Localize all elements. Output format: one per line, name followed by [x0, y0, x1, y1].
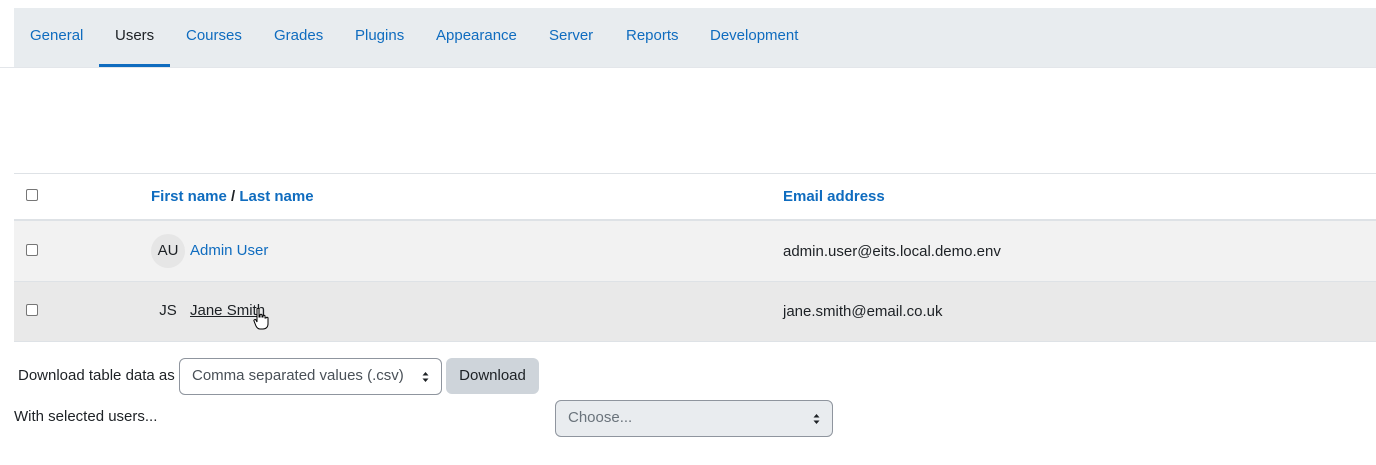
table-row: JS Jane Smith jane.smith@email.co.uk [14, 282, 1376, 342]
tab-reports[interactable]: Reports [610, 8, 695, 67]
row-checkbox[interactable] [26, 244, 38, 256]
sort-last-name-link[interactable]: Last name [239, 188, 313, 205]
tab-courses[interactable]: Courses [170, 8, 258, 67]
header-name: First name / Last name [151, 188, 314, 205]
row-checkbox[interactable] [26, 304, 38, 316]
bulk-action-placeholder: Choose... [568, 409, 633, 426]
download-label: Download table data as [18, 367, 175, 384]
select-all-checkbox[interactable] [26, 189, 38, 201]
bulk-action-select[interactable]: Choose... [555, 400, 833, 437]
with-selected-label: With selected users... [14, 408, 158, 425]
download-format-value: Comma separated values (.csv) [192, 367, 404, 384]
table-header-row: First name / Last name Email address [14, 174, 1376, 221]
hand-pointer-icon [253, 308, 269, 330]
tab-appearance[interactable]: Appearance [420, 8, 533, 67]
header-name-separator: / [231, 188, 236, 205]
user-email: jane.smith@email.co.uk [783, 303, 943, 320]
tab-grades[interactable]: Grades [258, 8, 339, 67]
tab-plugins[interactable]: Plugins [339, 8, 420, 67]
admin-tab-bar: General Users Courses Grades Plugins App… [14, 8, 1376, 68]
tab-bar-divider [0, 67, 1376, 68]
sort-email-link[interactable]: Email address [783, 188, 885, 205]
tab-server[interactable]: Server [533, 8, 609, 67]
table-row: AU Admin User admin.user@eits.local.demo… [14, 221, 1376, 282]
select-caret-icon [813, 414, 820, 424]
avatar: AU [151, 234, 185, 268]
select-caret-icon [422, 372, 429, 382]
user-email: admin.user@eits.local.demo.env [783, 243, 1001, 260]
download-button[interactable]: Download [446, 358, 539, 394]
avatar: JS [159, 302, 177, 319]
tab-development[interactable]: Development [694, 8, 814, 67]
tab-users[interactable]: Users [99, 8, 171, 67]
user-name-link[interactable]: Admin User [190, 242, 268, 259]
top-strip [0, 0, 1376, 8]
download-format-select[interactable]: Comma separated values (.csv) [179, 358, 442, 395]
tab-general[interactable]: General [14, 8, 99, 67]
sort-first-name-link[interactable]: First name [151, 188, 227, 205]
